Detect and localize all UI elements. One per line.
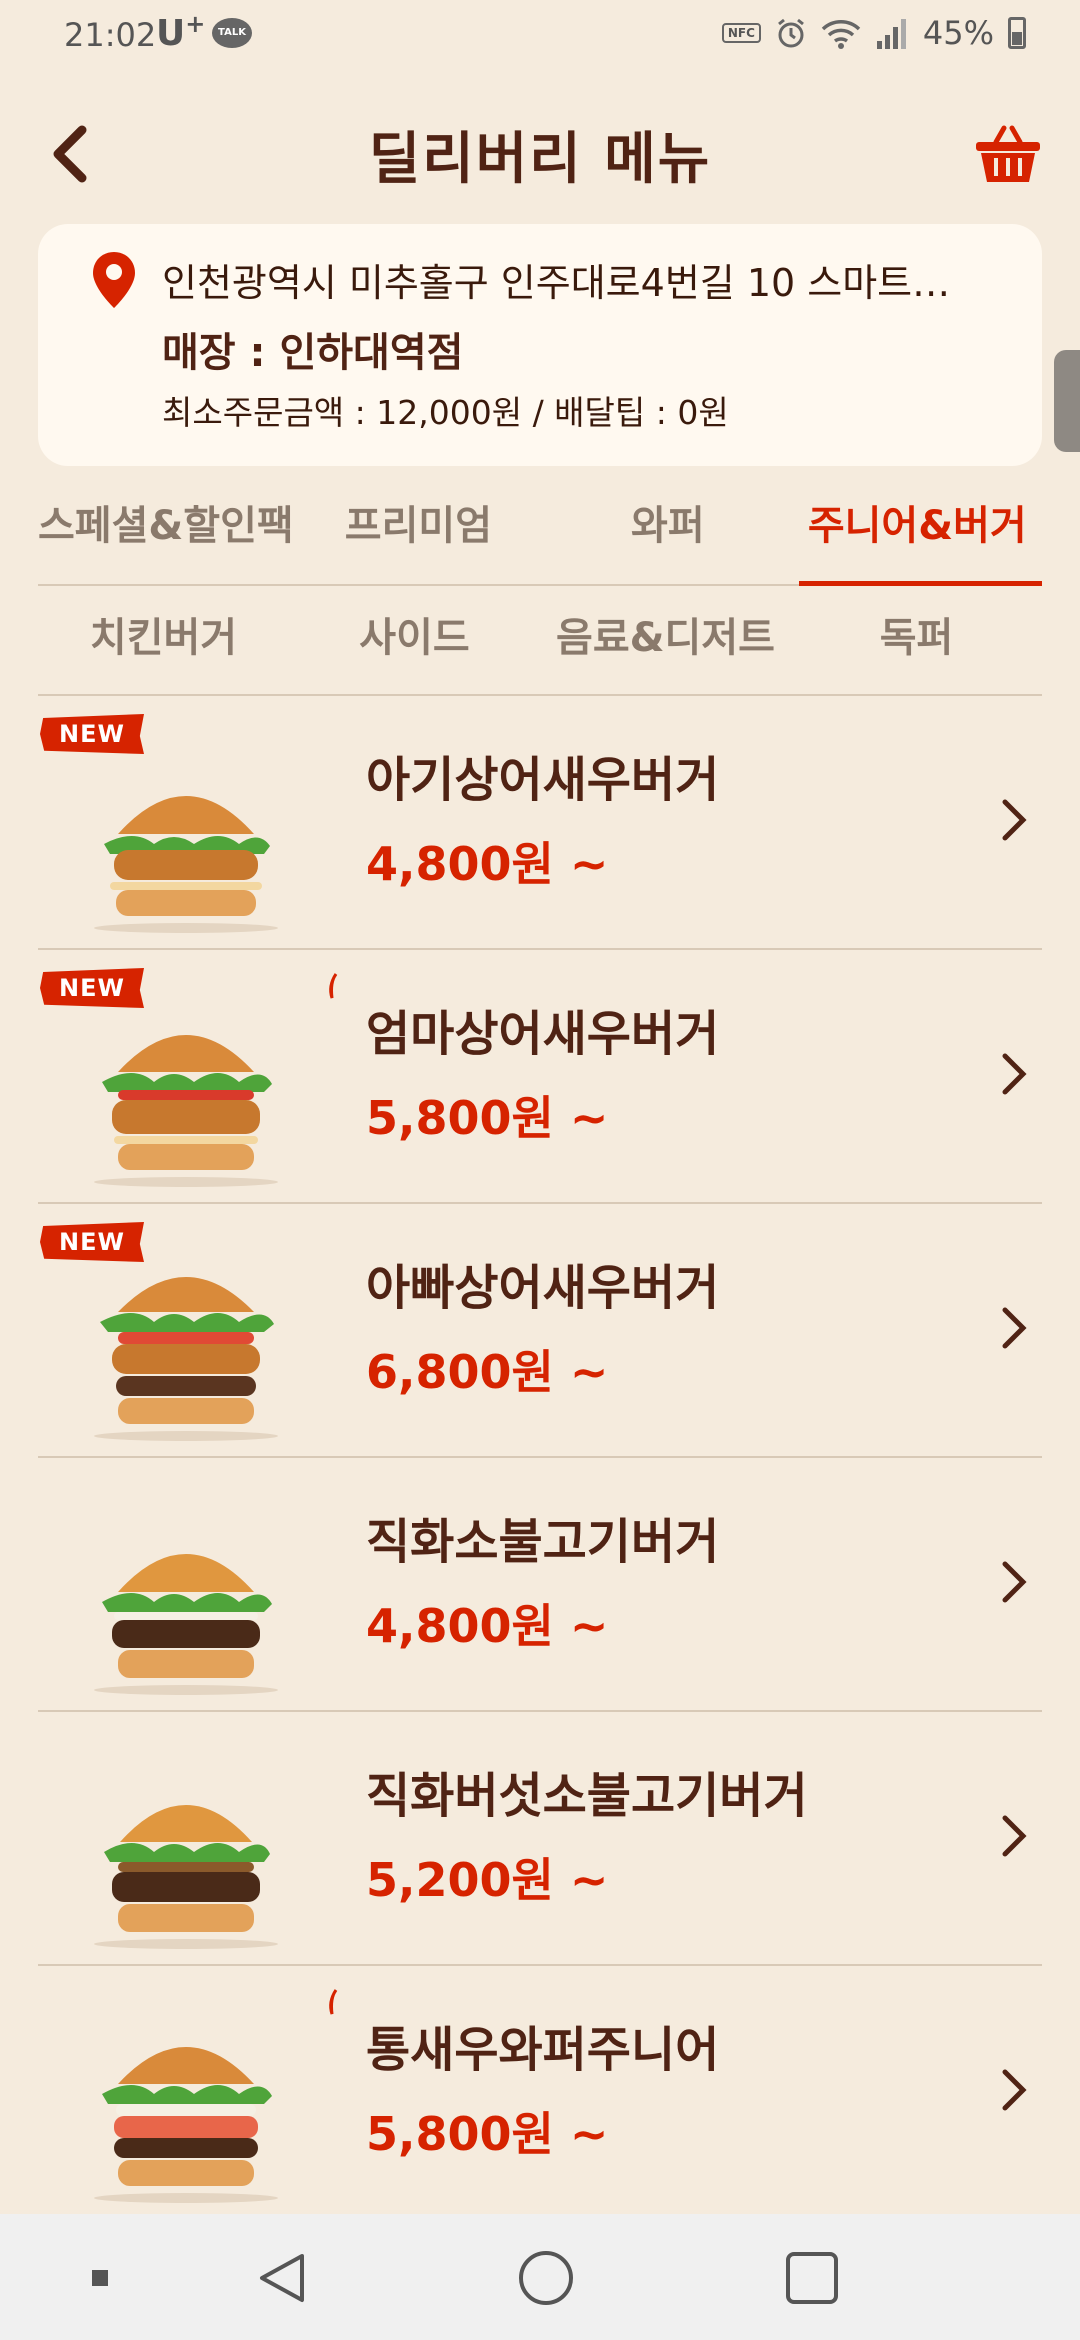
menu-item[interactable]: NEW 아기상어새우버거 4,800원 ~ [38, 696, 1042, 950]
burger-image [94, 1035, 278, 1187]
menu-item[interactable]: NEW 아빠상어새우버거 6,800원 ~ [38, 1204, 1042, 1458]
recents-dot-button[interactable] [60, 2238, 140, 2318]
store-name: 매장 : 인하대역점 [162, 330, 464, 376]
signal-icon [876, 19, 906, 49]
carrier-plus: + [185, 10, 206, 38]
menu-item-name: 아기상어새우버거 [366, 752, 720, 808]
location-pin-icon [93, 252, 135, 308]
chevron-right-icon [990, 1042, 1038, 1106]
menu-item-name: 엄마상어새우버거 [366, 1006, 720, 1062]
menu-item[interactable]: 직화소불고기버거 4,800원 ~ [38, 1458, 1042, 1712]
tab-whopper[interactable]: 와퍼 [543, 486, 792, 584]
menu-item-name: 아빠상어새우버거 [366, 1260, 720, 1316]
burger-image [94, 796, 278, 933]
category-subtabs: 치킨버거 사이드 음료&디저트 독퍼 [38, 600, 1042, 696]
tab-premium[interactable]: 프리미엄 [294, 486, 543, 584]
nfc-icon: NFC [721, 23, 761, 43]
menu-item-name: 직화소불고기버거 [366, 1514, 720, 1570]
cart-button[interactable] [972, 118, 1044, 190]
wifi-icon [821, 20, 861, 49]
burger-image [94, 1554, 278, 1695]
tab-chicken-burger[interactable]: 치킨버거 [38, 600, 289, 694]
tab-junior-burger[interactable]: 주니어&버거 [793, 486, 1043, 586]
chili-pepper-icon [329, 973, 338, 999]
square-recents-icon [786, 2252, 838, 2304]
burger-image [94, 2047, 278, 2203]
carrier-label: U+ [156, 10, 205, 54]
menu-item[interactable]: 통새우와퍼주니어 5,800원 ~ [38, 1966, 1042, 2220]
menu-item-price: 6,800원 ~ [366, 1345, 609, 1399]
battery-percent: 45% [922, 14, 994, 52]
alarm-icon [777, 18, 804, 48]
carrier-name: U [156, 13, 186, 54]
chevron-right-icon [990, 1550, 1038, 1614]
chevron-right-icon [990, 1296, 1038, 1360]
home-circle-icon [519, 2251, 573, 2305]
menu-item-price: 4,800원 ~ [366, 837, 609, 891]
page-title: 딜리버리 메뉴 [368, 127, 712, 192]
delivery-address-card[interactable]: 인천광역시 미추홀구 인주대로4번길 10 스마트… 매장 : 인하대역점 최소… [38, 224, 1042, 466]
delivery-address: 인천광역시 미추홀구 인주대로4번길 10 스마트… [162, 261, 951, 305]
nav-recents-button[interactable] [772, 2238, 852, 2318]
menu-item-price: 4,800원 ~ [366, 1599, 609, 1653]
menu-item-name: 직화버섯소불고기버거 [366, 1768, 808, 1824]
chili-pepper-icon [329, 1989, 338, 2015]
menu-item-name: 통새우와퍼주니어 [366, 2022, 720, 2078]
chevron-right-icon [990, 2058, 1038, 2122]
chevron-right-icon [990, 788, 1038, 852]
status-right: NFC 45% [721, 14, 1026, 52]
battery-icon [1008, 17, 1026, 49]
square-dot-icon [92, 2270, 108, 2286]
cart-basket-icon [976, 125, 1040, 182]
header: 딜리버리 메뉴 [0, 100, 1080, 210]
menu-list: NEW 아기상어새우버거 4,800원 ~ NEW 엄마상어새우버거 5,800… [38, 696, 1042, 2220]
menu-item[interactable]: NEW 엄마상어새우버거 5,800원 ~ [38, 950, 1042, 1204]
menu-item[interactable]: 직화버섯소불고기버거 5,200원 ~ [38, 1712, 1042, 1966]
triangle-back-icon [260, 2254, 304, 2302]
menu-item-price: 5,800원 ~ [366, 1091, 609, 1145]
tab-special-discount[interactable]: 스페셜&할인팩 [38, 486, 294, 584]
status-bar: 21:02 U+ TALK NFC 45% [0, 0, 1080, 76]
status-time: 21:02 [64, 16, 157, 54]
talk-icon: TALK [212, 18, 252, 48]
tab-dogper[interactable]: 독퍼 [791, 600, 1042, 694]
menu-item-price: 5,200원 ~ [366, 1853, 609, 1907]
nav-home-button[interactable] [506, 2238, 586, 2318]
tab-drink-dessert[interactable]: 음료&디저트 [540, 600, 791, 694]
burger-image [94, 1805, 278, 1949]
menu-item-price: 5,800원 ~ [366, 2107, 609, 2161]
chevron-right-icon [990, 1804, 1038, 1868]
scrollbar-thumb[interactable] [1054, 350, 1080, 452]
category-tabs: 스페셜&할인팩 프리미엄 와퍼 주니어&버거 [38, 486, 1043, 586]
nav-back-button[interactable] [242, 2238, 322, 2318]
burger-image [94, 1277, 278, 1441]
tab-side[interactable]: 사이드 [289, 600, 540, 694]
system-nav-bar [0, 2214, 1080, 2340]
min-order-info: 최소주문금액 : 12,000원 / 배달팁 : 0원 [162, 393, 729, 432]
